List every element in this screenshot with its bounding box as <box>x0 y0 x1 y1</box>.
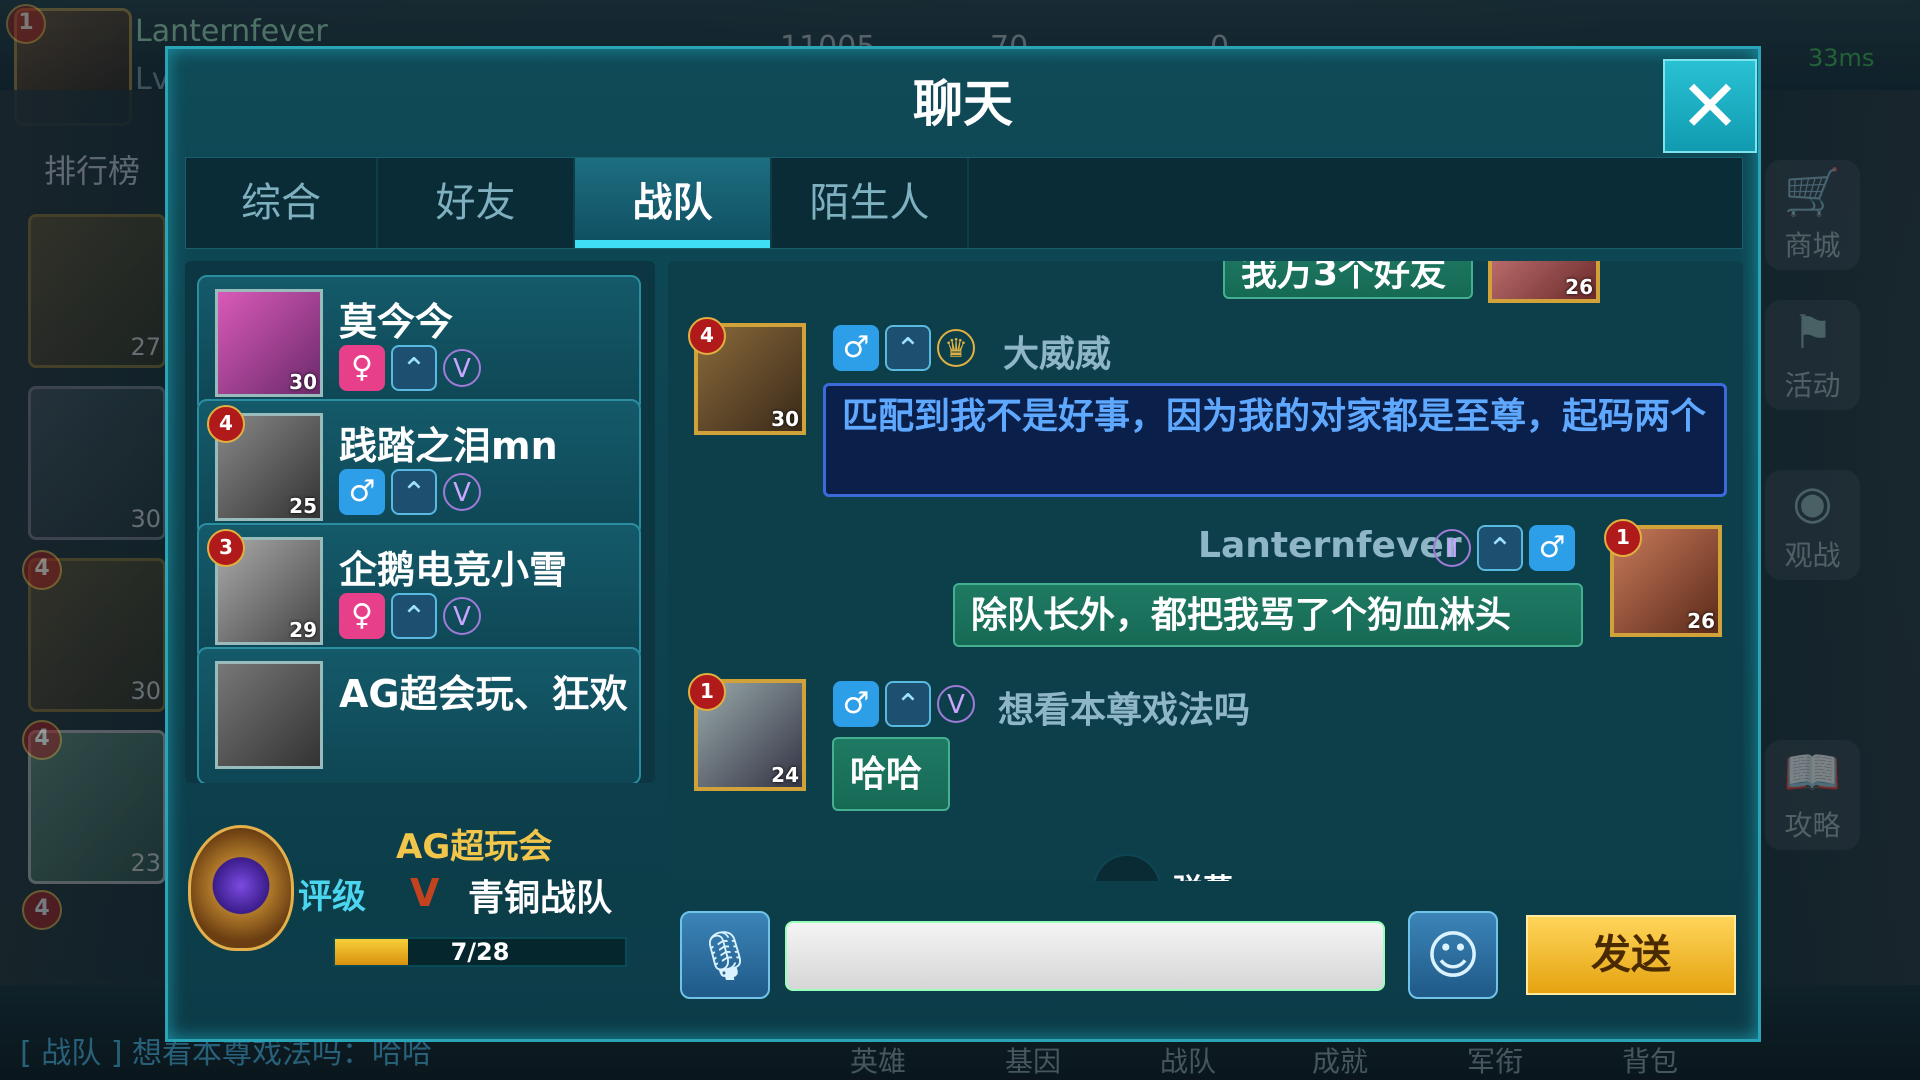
message-input[interactable] <box>785 921 1385 991</box>
voice-button[interactable]: 🎙 <box>680 911 770 999</box>
emoji-button[interactable]: ☺ <box>1408 911 1498 999</box>
events-button[interactable]: ⚑ 活动 <box>1765 300 1860 410</box>
shop-button[interactable]: 🛒 商城 <box>1765 160 1860 270</box>
rank-badge: 1 <box>1604 519 1642 557</box>
leaderboard-rank-badge: 4 <box>22 550 62 590</box>
member-name: AG超会玩、狂欢 <box>339 672 628 716</box>
leaderboard-rank-badge: 4 <box>22 720 62 760</box>
member-name: 企鹅电竞小雪 <box>339 548 568 592</box>
microphone-icon: 🎙 <box>694 928 756 984</box>
progress-text: 7/28 <box>450 938 510 966</box>
chat-tabs: 综合 好友 战队 陌生人 <box>185 157 1743 249</box>
smiley-icon: ☺ <box>1425 926 1481 986</box>
tab-general[interactable]: 综合 <box>186 158 378 248</box>
list-item[interactable]: 30 莫今今 ♀ ⌃ V <box>197 275 641 413</box>
nav-rank[interactable]: 军衔 <box>1467 1040 1523 1080</box>
sender-badges: ♂ ⌃ V <box>833 681 981 727</box>
left-side-panel: 排行榜 27 30 30 4 23 4 4 <box>0 90 166 1080</box>
player-name: Lanternfever <box>135 14 328 49</box>
list-item[interactable]: AG超会玩、狂欢 <box>197 647 641 783</box>
rank-badge: 4 <box>207 405 245 443</box>
tab-team[interactable]: 战队 <box>575 158 772 248</box>
sender-name[interactable]: 想看本尊戏法吗 <box>998 681 1250 733</box>
leaderboard-rank-badge: 4 <box>22 890 62 930</box>
list-item[interactable]: 29 3 企鹅电竞小雪 ♀ ⌃ V <box>197 523 641 661</box>
spectate-button[interactable]: ◉ 观战 <box>1765 470 1860 580</box>
male-icon: ♂ <box>833 681 879 727</box>
member-badges: ♂ ⌃ V <box>339 469 487 517</box>
chat-bubble: 我万3个好友 <box>1223 261 1473 299</box>
chat-log[interactable]: 我万3个好友 26 30 4 ♂ ⌃ ♛ 大威威 匹配到我不是好事，因为我的对家都是… <box>668 261 1743 881</box>
nav-gene[interactable]: 基因 <box>1005 1040 1061 1080</box>
rank-chevron-icon: ⌃ <box>391 345 437 391</box>
rank-badge: 3 <box>207 529 245 567</box>
rank-chevron-icon: ⌃ <box>885 681 931 727</box>
player-rank-badge: 1 <box>6 4 46 44</box>
team-logo <box>188 825 294 951</box>
team-member-list[interactable]: 30 莫今今 ♀ ⌃ V 25 4 践踏之泪mn ♂ ⌃ V 29 3 企鹅电竞小雪 ♀… <box>185 261 655 783</box>
member-badges: ♀ ⌃ V <box>339 345 487 393</box>
guide-button[interactable]: 📖 攻略 <box>1765 740 1860 850</box>
rank-badge: 4 <box>688 317 726 355</box>
rank-chevron-icon: ⌃ <box>391 469 437 515</box>
cart-icon: 🛒 <box>1783 165 1842 219</box>
sender-name[interactable]: Lanternfever <box>1198 525 1462 566</box>
eye-icon: ◉ <box>1792 475 1833 529</box>
male-icon: ♂ <box>1529 525 1575 571</box>
chat-bubble: 除队长外，都把我骂了个狗血淋头 <box>953 583 1583 647</box>
leaderboard-avatar[interactable]: 27 <box>28 214 166 368</box>
rank-badge: 1 <box>688 673 726 711</box>
flag-icon: ⚑ <box>1791 305 1834 359</box>
crown-icon: ♛ <box>937 329 975 367</box>
nav-bag[interactable]: 背包 <box>1622 1040 1678 1080</box>
member-badges: ♀ ⌃ V <box>339 593 487 641</box>
member-name: 践踏之泪mn <box>339 424 558 468</box>
rank-chevron-icon: ⌃ <box>391 593 437 639</box>
close-icon: ✕ <box>1679 64 1741 148</box>
nav-heroes[interactable]: 英雄 <box>850 1040 906 1080</box>
rank-chevron-icon: ⌃ <box>1477 525 1523 571</box>
leaderboard-label[interactable]: 排行榜 <box>44 146 140 192</box>
tab-friends[interactable]: 好友 <box>378 158 575 248</box>
avatar: 30 <box>215 289 323 397</box>
chat-dialog: 聊天 ✕ 综合 好友 战队 陌生人 30 莫今今 ♀ ⌃ V 25 4 践踏之泪mn… <box>165 46 1761 1042</box>
list-item[interactable]: 25 4 践踏之泪mn ♂ ⌃ V <box>197 399 641 537</box>
close-button[interactable]: ✕ <box>1663 59 1757 153</box>
book-icon: 📖 <box>1783 745 1842 799</box>
female-icon: ♀ <box>339 593 385 639</box>
female-icon: ♀ <box>339 345 385 391</box>
sender-name[interactable]: 大威威 <box>1003 325 1111 377</box>
tab-strangers[interactable]: 陌生人 <box>772 158 969 248</box>
sender-badges: Ⅱ ⌃ ♂ <box>1433 525 1581 571</box>
ping-readout: 33ms <box>1808 44 1875 72</box>
vip-icon: Ⅱ <box>1433 529 1471 567</box>
vip-icon: V <box>443 473 481 511</box>
member-name: 莫今今 <box>339 300 454 344</box>
danmu-toggle[interactable] <box>1093 854 1161 881</box>
vip-icon: V <box>443 597 481 635</box>
rating-label: 评级 <box>298 877 366 917</box>
rating-value: 青铜战队 <box>468 878 613 919</box>
team-progress-bar: 7/28 <box>333 937 627 967</box>
bronze-rank-icon: V <box>410 871 440 915</box>
vip-icon: V <box>937 685 975 723</box>
avatar <box>215 661 323 769</box>
chat-bubble: 匹配到我不是好事，因为我的对家都是至尊，起码两个 <box>823 383 1727 497</box>
male-icon: ♂ <box>339 469 385 515</box>
send-button[interactable]: 发送 <box>1526 915 1736 995</box>
nav-team[interactable]: 战队 <box>1160 1040 1216 1080</box>
nav-achievements[interactable]: 成就 <box>1312 1040 1368 1080</box>
avatar[interactable]: 26 <box>1488 261 1600 303</box>
male-icon: ♂ <box>833 325 879 371</box>
leaderboard-avatar[interactable]: 30 <box>28 386 166 540</box>
chat-bubble: 哈哈 <box>832 737 950 811</box>
danmu-label: 弹幕 <box>1173 865 1233 881</box>
team-name: AG超玩会 <box>396 827 553 867</box>
vip-icon: V <box>443 349 481 387</box>
dialog-title: 聊天 <box>913 75 1013 133</box>
sender-badges: ♂ ⌃ ♛ <box>833 325 981 371</box>
rank-chevron-icon: ⌃ <box>885 325 931 371</box>
